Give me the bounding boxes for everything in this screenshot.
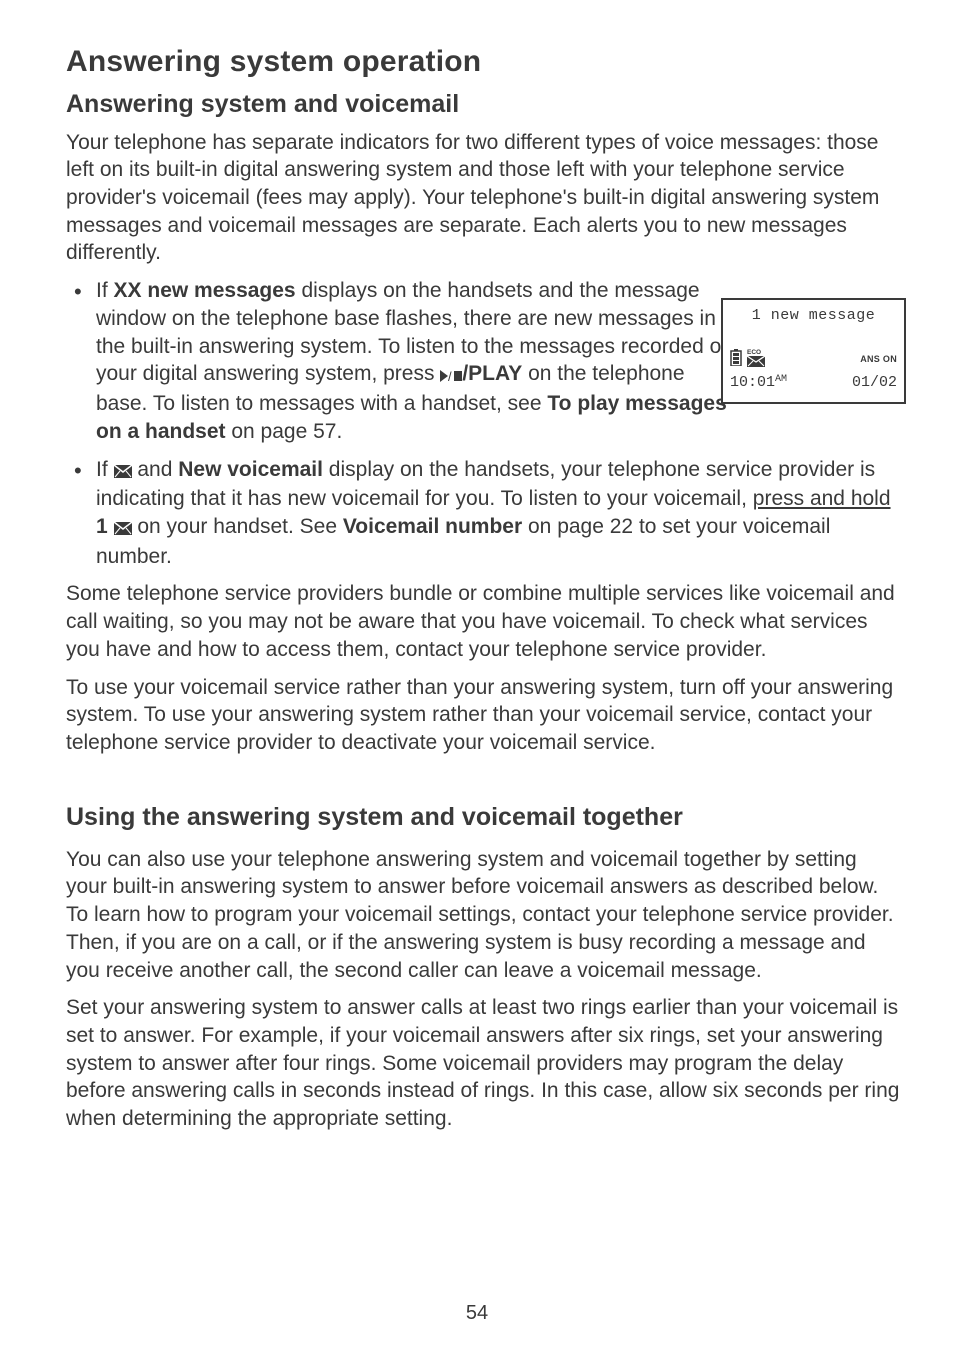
handset-time: 10:01AM [730, 373, 787, 393]
handset-date: 01/02 [852, 373, 897, 393]
svg-text:/: / [448, 370, 452, 382]
new-voicemail-label: New voicemail [178, 458, 323, 481]
bullet-new-voicemail: If and New voicemail display on the hand… [66, 456, 902, 571]
text: If [96, 279, 114, 302]
play-label: /PLAY [462, 362, 522, 385]
voicemail-envelope-icon [114, 515, 132, 543]
paragraph-together-intro: You can also use your telephone answerin… [66, 846, 902, 985]
press-and-hold-label: press and hold [753, 487, 891, 510]
eco-voicemail-icon: ECO [747, 348, 765, 373]
play-stop-icon: / [440, 362, 462, 390]
text: on page 57. [226, 420, 343, 443]
paragraph-use-voicemail: To use your voicemail service rather tha… [66, 674, 902, 757]
battery-icon [730, 349, 742, 372]
handset-message-line: 1 new message [730, 306, 897, 326]
ans-on-label: ANS ON [860, 354, 897, 366]
voicemail-envelope-icon [114, 458, 132, 486]
key-1-label: 1 [96, 515, 114, 538]
page-title: Answering system operation [66, 42, 902, 82]
section-title-together: Using the answering system and voicemail… [66, 801, 902, 834]
paragraph-bundle-services: Some telephone service providers bundle … [66, 580, 902, 663]
voicemail-number-ref: Voicemail number [343, 515, 522, 538]
page-number: 54 [0, 1300, 954, 1326]
paragraph-rings-setup: Set your answering system to answer call… [66, 994, 902, 1133]
text: on your handset. See [132, 515, 343, 538]
section-title-answering-voicemail: Answering system and voicemail [66, 88, 902, 121]
text: and [132, 458, 179, 481]
handset-screen-illustration: 1 new message ECO ANS ON [721, 298, 906, 404]
xx-new-messages-label: XX new messages [114, 279, 296, 302]
intro-paragraph: Your telephone has separate indicators f… [66, 129, 902, 268]
text: If [96, 458, 114, 481]
svg-text:ECO: ECO [747, 349, 761, 356]
